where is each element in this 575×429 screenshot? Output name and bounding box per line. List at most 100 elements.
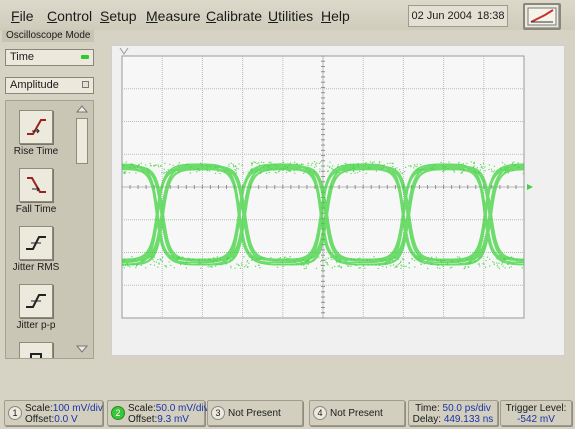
trace-noise-dot	[354, 172, 356, 174]
trace-noise-dot	[309, 170, 311, 172]
trace-noise-dot	[240, 262, 243, 264]
menu-setup[interactable]: Setup	[100, 8, 137, 24]
trace-noise-dot	[491, 170, 493, 172]
trace-noise-dot	[160, 165, 162, 167]
trace-noise-dot	[292, 263, 294, 265]
trace-noise-dot	[338, 171, 340, 174]
trace-noise-dot	[337, 164, 339, 166]
trace-noise-dot	[300, 163, 303, 165]
trace-noise-dot	[217, 166, 219, 168]
trace-noise-dot	[331, 167, 333, 169]
trace-noise-dot	[254, 161, 256, 164]
amplitude-dropdown[interactable]: Amplitude	[5, 77, 94, 94]
trace-noise-dot	[208, 258, 210, 260]
trace-noise-dot	[145, 164, 147, 166]
menu-calibrate[interactable]: Calibrate	[206, 8, 262, 24]
trace-noise-dot	[320, 161, 322, 163]
waveform-logo-button[interactable]	[523, 3, 561, 30]
trace-noise-dot	[350, 258, 352, 260]
trace-noise-dot	[501, 262, 503, 264]
fall-time-tool[interactable]: Fall Time	[10, 168, 62, 215]
trace-noise-dot	[321, 268, 324, 270]
trace-noise-dot	[466, 258, 468, 260]
trace-noise-dot	[307, 162, 309, 164]
trace-noise-dot	[399, 169, 401, 171]
trace-noise-dot	[373, 256, 375, 258]
trace-noise-dot	[393, 264, 395, 266]
jitter-rms-tool[interactable]: Jitter RMS	[10, 226, 62, 273]
trace-noise-dot	[270, 161, 272, 163]
trace-noise-dot	[373, 161, 375, 163]
trace-noise-dot	[352, 167, 354, 169]
trace-noise-dot	[476, 167, 478, 169]
trace-noise-dot	[482, 263, 484, 265]
trace-noise-dot	[186, 261, 188, 263]
trace-noise-dot	[140, 166, 142, 168]
menu-utilities[interactable]: Utilities	[268, 8, 313, 24]
mode-label: Oscilloscope Mode	[2, 30, 95, 42]
trace-noise-dot	[331, 258, 333, 261]
trace-noise-dot	[283, 257, 285, 259]
trace-noise-dot	[282, 161, 284, 164]
trace-noise-dot	[124, 171, 126, 173]
trace-noise-dot	[337, 265, 339, 268]
trace-noise-dot	[279, 163, 281, 165]
scroll-up-icon[interactable]	[74, 104, 90, 114]
trace-noise-dot	[157, 164, 159, 166]
trace-noise-dot	[439, 259, 442, 261]
trace-noise-dot	[480, 164, 482, 166]
trace-noise-dot	[357, 163, 359, 165]
trigger-box[interactable]: Trigger Level: -542 mV	[500, 400, 572, 426]
channel-1-box[interactable]: 1 Scale:100 mV/div Offset:0.0 V	[4, 400, 103, 426]
trace-noise-dot	[435, 256, 437, 258]
rise-time-tool[interactable]: Rise Time	[10, 110, 62, 157]
scroll-thumb[interactable]	[76, 118, 88, 164]
trace-noise-dot	[347, 169, 349, 171]
trace-noise-dot	[326, 262, 328, 264]
trace-noise-dot	[398, 262, 400, 265]
trace-noise-dot	[431, 263, 433, 265]
waveform-display[interactable]	[111, 45, 565, 356]
trace-noise-dot	[214, 259, 216, 261]
trace-noise-dot	[132, 164, 134, 166]
trace-noise-dot	[498, 262, 500, 264]
scroll-down-icon[interactable]	[74, 344, 90, 354]
trace-noise-dot	[172, 256, 174, 258]
menu-help[interactable]: Help	[321, 8, 350, 24]
rise-time-icon	[19, 110, 53, 144]
trace-noise-dot	[163, 168, 165, 170]
trace-noise-dot	[227, 256, 229, 259]
trace-noise-dot	[427, 267, 429, 270]
jitter-pp-tool[interactable]: Jitter p-p	[10, 284, 62, 331]
channel-3-box[interactable]: 3 Not Present	[207, 400, 303, 426]
trace-noise-dot	[334, 265, 336, 268]
trace-noise-dot	[215, 265, 217, 267]
menu-bar: File Control Setup Measure Calibrate Uti…	[0, 0, 575, 30]
measurement-toolbar: Rise Time Fall Time Jitter RMS Jitter p-…	[5, 100, 94, 359]
trace-noise-dot	[365, 162, 367, 164]
trace-noise-dot	[315, 267, 317, 269]
menu-file[interactable]: File	[11, 8, 34, 24]
trace-noise-dot	[189, 258, 191, 260]
timebase-box[interactable]: Time: 50.0 ps/div Delay: 449.133 ns	[408, 400, 498, 426]
measure-category-dropdown[interactable]: Time	[5, 49, 94, 66]
pulse-tool[interactable]	[10, 342, 62, 358]
channel-4-box[interactable]: 4 Not Present	[309, 400, 405, 426]
trace-noise-dot	[267, 165, 269, 167]
timebase-info: Time: 50.0 ps/div Delay: 449.133 ns	[412, 403, 494, 425]
trace-noise-dot	[164, 162, 166, 164]
trace-noise-dot	[208, 170, 211, 172]
menu-control[interactable]: Control	[47, 8, 92, 24]
dropdown-value: Time	[10, 51, 35, 63]
trace-noise-dot	[276, 260, 278, 262]
tool-scrollbar[interactable]	[73, 104, 91, 355]
menu-measure[interactable]: Measure	[146, 8, 200, 24]
trace-noise-dot	[423, 263, 425, 265]
trace-noise-dot	[443, 167, 445, 169]
trace-noise-dot	[365, 172, 367, 174]
trace-noise-dot	[364, 267, 366, 269]
channel-2-box[interactable]: 2 Scale:50.0 mV/div Offset:9.3 mV	[107, 400, 209, 426]
trace-noise-dot	[320, 264, 322, 266]
trace-noise-dot	[209, 165, 211, 167]
trace-noise-dot	[488, 168, 490, 171]
